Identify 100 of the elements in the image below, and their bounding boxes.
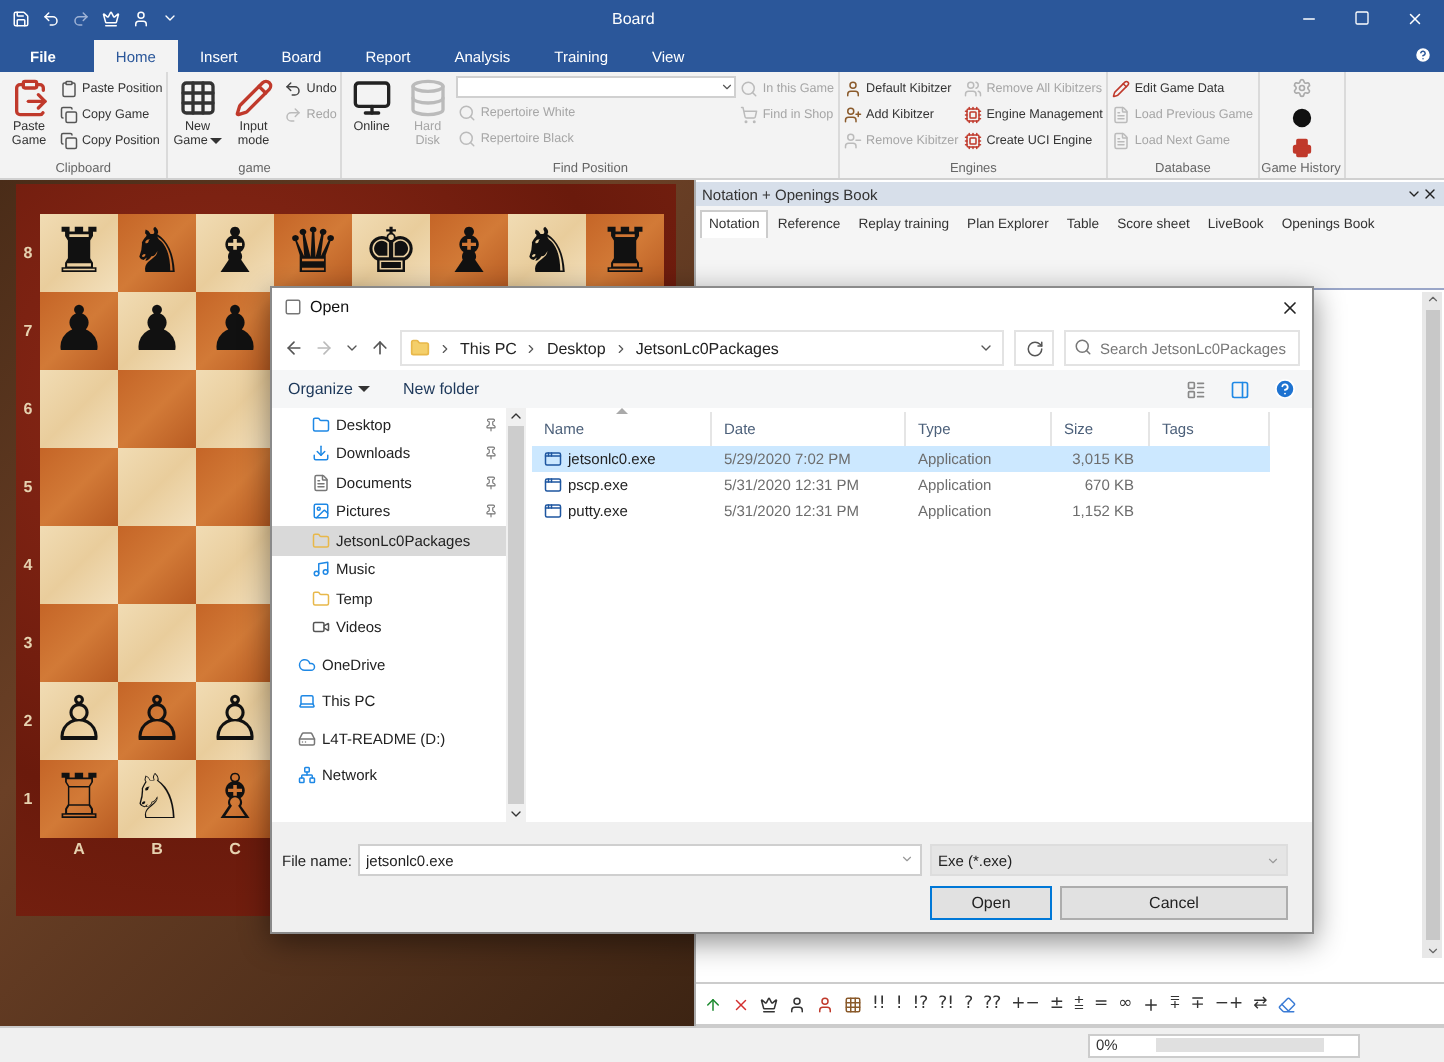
dialog-button[interactable]: Open [930,886,1052,920]
rank-label: 1 [23,790,33,808]
address-bar[interactable]: This PC Desktop JetsonLc0Packages [400,330,1004,366]
annotation-symbol[interactable]: ?? [983,994,1002,1014]
close-icon[interactable] [1280,297,1300,317]
chess-piece[interactable]: ♜ [51,222,107,284]
undo-icon[interactable] [42,9,60,27]
undo-icon [284,79,303,97]
chevron-down-icon[interactable] [344,340,360,356]
arrow-up-icon[interactable] [704,995,722,1013]
grid-icon[interactable] [844,995,862,1013]
refresh-button[interactable] [1014,330,1054,366]
rank-label: 5 [23,478,33,496]
save-icon[interactable] [12,9,30,27]
dropdown-icon[interactable] [1406,186,1422,202]
annotation-symbol[interactable]: ?! [938,994,955,1014]
chess-piece[interactable]: ♞ [129,222,185,284]
chess-piece[interactable]: ♙ [207,690,263,752]
board-square[interactable]: ♜ [40,214,118,292]
chess-piece[interactable]: ♝ [207,222,263,284]
chess-piece[interactable]: ♟ [129,300,185,362]
chess-piece[interactable]: ♛ [285,222,341,284]
chess-piece[interactable]: ♖ [51,768,107,830]
board-square[interactable]: ♚ [352,214,430,292]
board-square[interactable] [196,448,274,526]
pencil-icon [1112,79,1131,97]
pencil-icon [233,78,274,118]
close-icon[interactable] [1422,186,1438,202]
view-icon[interactable] [1186,379,1206,399]
annotation-symbol[interactable]: !! [872,994,886,1014]
board-square[interactable] [196,370,274,448]
chess-piece[interactable]: ♜ [597,222,653,284]
maximize-icon[interactable] [1354,10,1370,26]
annotation-symbol[interactable]: ! [895,994,903,1014]
chess-piece[interactable]: ♙ [51,690,107,752]
people-icon [964,79,983,97]
chess-piece[interactable]: ♞ [519,222,575,284]
up-icon[interactable] [370,338,390,358]
toolbar-button[interactable]: New folder [402,380,480,398]
selection-highlight [1150,446,1270,472]
annotation-symbol[interactable]: ∞ [1118,994,1133,1014]
board-square[interactable]: ♙ [40,682,118,760]
window-icon [284,298,302,316]
board-square[interactable]: ♛ [274,214,352,292]
annotation-symbol[interactable]: −+ [1214,994,1244,1014]
history-button[interactable] [1289,106,1314,130]
annotation-symbol[interactable]: ⩱ [1170,994,1181,1014]
board-square[interactable]: ♜ [586,214,664,292]
board-square[interactable]: ♝ [430,214,508,292]
chip-icon [964,105,983,123]
annotation-symbol[interactable]: +− [1011,994,1040,1014]
board-square[interactable]: ♗ [196,760,274,838]
scrollbar[interactable] [506,408,526,822]
redo-icon[interactable] [72,9,90,27]
chess-piece[interactable]: ♝ [441,222,497,284]
dialog-button[interactable]: Cancel [1060,886,1288,920]
board-square[interactable]: ♟ [196,292,274,370]
board-square[interactable]: ♟ [40,292,118,370]
annotation-symbol[interactable]: !? [912,994,929,1014]
board-square[interactable]: ♞ [118,214,196,292]
scroll-down-icon[interactable] [508,806,524,822]
scroll-up-icon[interactable] [508,408,524,424]
chess-piece[interactable]: ♚ [363,222,419,284]
annotation-symbol[interactable]: ± [1049,994,1065,1014]
board-square[interactable]: ♝ [196,214,274,292]
breadcrumb[interactable]: JetsonLc0Packages [635,339,779,357]
board-square[interactable]: ♟ [118,292,196,370]
preview-pane-icon[interactable] [1230,379,1250,399]
annotation-symbol[interactable]: = [1094,994,1109,1014]
board-square[interactable] [196,604,274,682]
folder-icon [312,415,330,434]
search-field[interactable] [456,76,737,98]
annotation-symbol[interactable]: ⇄ [1253,994,1268,1014]
cross-icon[interactable] [732,995,750,1013]
breadcrumb[interactable]: Desktop [546,339,606,357]
chess-piece[interactable]: ♟ [51,300,107,362]
magnifier-icon [458,103,477,121]
board-square[interactable]: ♞ [508,214,586,292]
board-square[interactable]: ♘ [118,760,196,838]
board-square[interactable]: ♙ [118,682,196,760]
customize-icon[interactable] [162,10,178,26]
board-square[interactable]: ♖ [40,760,118,838]
annotation-symbol[interactable]: ? [964,994,974,1014]
eraser-icon[interactable] [1277,995,1296,1013]
breadcrumb[interactable]: This PC [460,339,517,357]
chevron-down-icon[interactable] [978,340,994,356]
chess-piece[interactable]: ♙ [129,690,185,752]
annotation-symbol[interactable]: ∓ [1190,994,1205,1014]
board-square[interactable]: ♙ [196,682,274,760]
window-title: Board [612,9,657,27]
toolbar-button[interactable]: Organize [288,380,371,398]
board-square[interactable] [196,526,274,604]
chess-piece[interactable]: ♟ [207,300,263,362]
back-icon[interactable] [284,338,304,358]
chess-piece[interactable]: ♘ [129,768,185,830]
annotation-symbol[interactable]: ⩲ [1074,994,1085,1014]
chess-piece[interactable]: ♗ [207,768,263,830]
document-icon [1112,131,1131,149]
search-icon [1074,338,1092,356]
help-icon[interactable] [1414,46,1432,64]
